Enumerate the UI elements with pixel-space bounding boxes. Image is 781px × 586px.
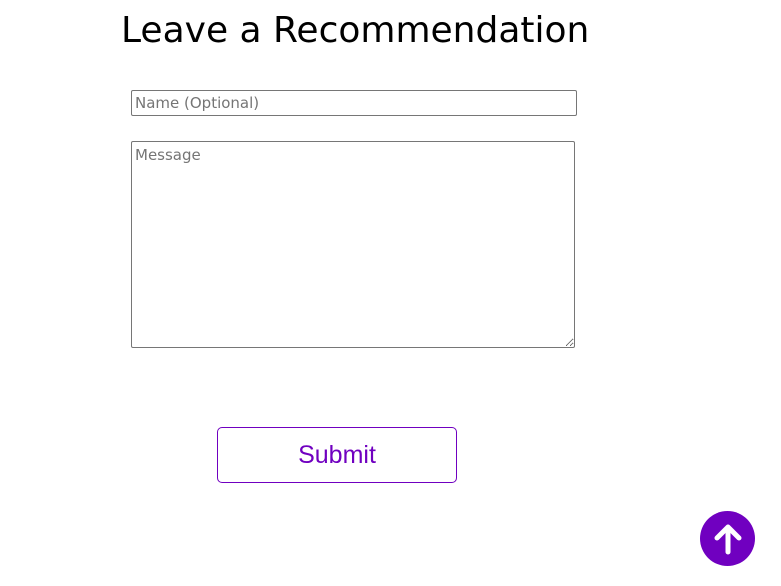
scroll-to-top-button[interactable] <box>700 511 755 566</box>
name-input[interactable] <box>131 90 577 116</box>
page-title: Leave a Recommendation <box>121 10 590 51</box>
submit-button[interactable]: Submit <box>217 427 457 483</box>
message-input[interactable] <box>131 141 575 348</box>
arrow-up-icon <box>711 522 745 556</box>
